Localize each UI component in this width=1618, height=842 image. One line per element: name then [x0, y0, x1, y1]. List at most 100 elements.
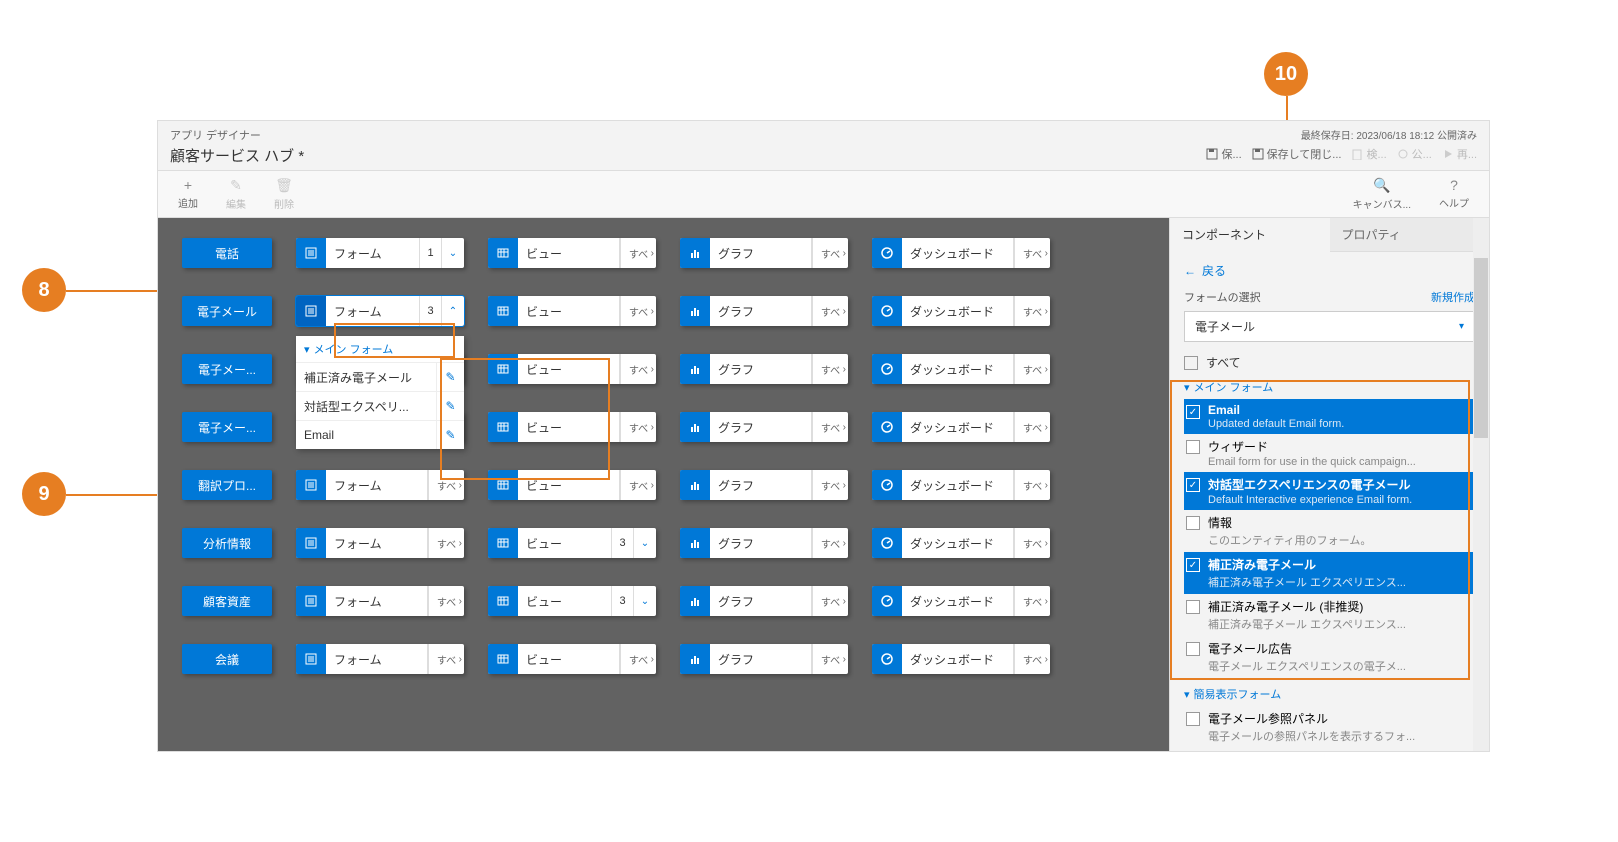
checkbox-icon[interactable]	[1186, 642, 1200, 656]
view-tile[interactable]: ビュー すべ›	[488, 354, 656, 384]
canvas-button[interactable]: 🔍 キャンバス...	[1353, 177, 1411, 211]
form-tile[interactable]: フォーム すべ›	[296, 528, 464, 558]
chart-tile[interactable]: グラフ すべ›	[680, 296, 848, 326]
entity-button[interactable]: 電子メール	[182, 296, 272, 326]
entity-button[interactable]: 翻訳プロ...	[182, 470, 272, 500]
view-tile[interactable]: ビュー すべ›	[488, 412, 656, 442]
checkbox-icon[interactable]	[1186, 440, 1200, 454]
tab-properties[interactable]: プロパティ	[1330, 218, 1490, 252]
chart-tile[interactable]: グラフ すべ›	[680, 238, 848, 268]
edit-button[interactable]: ✎ 編集	[226, 177, 246, 211]
entity-select[interactable]: 電子メール ▾	[1184, 311, 1475, 342]
edit-icon[interactable]: ✎	[436, 363, 464, 391]
all-label[interactable]: すべ›	[428, 644, 464, 674]
group-quick-forms[interactable]: ▾ 簡易表示フォーム	[1184, 686, 1475, 702]
edit-icon[interactable]: ✎	[436, 421, 464, 449]
all-label[interactable]: すべ›	[620, 644, 656, 674]
form-list-item[interactable]: 情報このエンティティ用のフォーム。	[1184, 510, 1475, 552]
all-label[interactable]: すべ›	[812, 586, 848, 616]
entity-button[interactable]: 電話	[182, 238, 272, 268]
all-label[interactable]: すべ›	[1014, 586, 1050, 616]
all-label[interactable]: すべ›	[1014, 528, 1050, 558]
save-button[interactable]: 保...	[1206, 146, 1241, 162]
chart-tile[interactable]: グラフ すべ›	[680, 586, 848, 616]
entity-button[interactable]: 顧客資産	[182, 586, 272, 616]
all-label[interactable]: すべ›	[812, 296, 848, 326]
form-tile[interactable]: フォーム 3⌃	[296, 296, 464, 326]
chart-tile[interactable]: グラフ すべ›	[680, 470, 848, 500]
tab-components[interactable]: コンポーネント	[1170, 218, 1330, 252]
help-button[interactable]: ? ヘルプ	[1439, 177, 1469, 211]
play-button[interactable]: 再...	[1442, 146, 1477, 162]
checkbox-icon[interactable]: ✓	[1186, 478, 1200, 492]
all-label[interactable]: すべ›	[1014, 238, 1050, 268]
all-label[interactable]: すべ›	[620, 296, 656, 326]
form-list-item[interactable]: ✓補正済み電子メール補正済み電子メール エクスペリエンス...	[1184, 552, 1475, 594]
publish-button[interactable]: 公...	[1397, 146, 1432, 162]
scrollbar-thumb[interactable]	[1474, 258, 1488, 438]
dropdown-item[interactable]: Email✎	[296, 420, 464, 449]
view-tile[interactable]: ビュー 3⌄	[488, 528, 656, 558]
all-label[interactable]: すべ›	[620, 238, 656, 268]
all-label[interactable]: すべ›	[812, 470, 848, 500]
all-label[interactable]: すべ›	[1014, 412, 1050, 442]
dashboard-tile[interactable]: ダッシュボード すべ›	[872, 470, 1050, 500]
all-label[interactable]: すべ›	[812, 412, 848, 442]
dashboard-tile[interactable]: ダッシュボード すべ›	[872, 644, 1050, 674]
all-label[interactable]: すべ›	[812, 238, 848, 268]
checkbox-icon[interactable]	[1186, 600, 1200, 614]
dashboard-tile[interactable]: ダッシュボード すべ›	[872, 296, 1050, 326]
group-main-forms[interactable]: ▾ メイン フォーム	[1184, 379, 1475, 395]
all-label[interactable]: すべ›	[428, 470, 464, 500]
form-list-item[interactable]: 補正済み電子メール (非推奨)補正済み電子メール エクスペリエンス...	[1184, 594, 1475, 636]
view-tile[interactable]: ビュー すべ›	[488, 644, 656, 674]
entity-button[interactable]: 会議	[182, 644, 272, 674]
add-button[interactable]: + 追加	[178, 177, 198, 211]
dropdown-item[interactable]: 補正済み電子メール✎	[296, 362, 464, 391]
all-label[interactable]: すべ›	[812, 354, 848, 384]
dashboard-tile[interactable]: ダッシュボード すべ›	[872, 586, 1050, 616]
edit-icon[interactable]: ✎	[436, 392, 464, 420]
entity-button[interactable]: 電子メー...	[182, 412, 272, 442]
all-label[interactable]: すべ›	[1014, 354, 1050, 384]
chart-tile[interactable]: グラフ すべ›	[680, 644, 848, 674]
all-label[interactable]: すべ›	[812, 644, 848, 674]
form-list-item[interactable]: 電子メール広告電子メール エクスペリエンスの電子メ...	[1184, 636, 1475, 678]
checkbox-icon[interactable]: ✓	[1186, 405, 1200, 419]
canvas[interactable]: 電話 フォーム 1⌄ ビュー すべ› グラフ すべ› ダッシュボード すべ› 電…	[158, 218, 1169, 751]
chart-tile[interactable]: グラフ すべ›	[680, 354, 848, 384]
form-list-item[interactable]: ✓対話型エクスペリエンスの電子メールDefault Interactive ex…	[1184, 472, 1475, 510]
chevron-up-icon[interactable]: ⌃	[442, 296, 464, 326]
dashboard-tile[interactable]: ダッシュボード すべ›	[872, 412, 1050, 442]
all-label[interactable]: すべ›	[1014, 644, 1050, 674]
chart-tile[interactable]: グラフ すべ›	[680, 412, 848, 442]
form-tile[interactable]: フォーム 1⌄	[296, 238, 464, 268]
all-label[interactable]: すべ›	[620, 412, 656, 442]
chevron-down-icon[interactable]: ⌄	[634, 528, 656, 558]
form-list-item[interactable]: 電子メール参照パネル電子メールの参照パネルを表示するフォ...	[1184, 706, 1475, 748]
checkbox-icon[interactable]	[1186, 516, 1200, 530]
save-close-button[interactable]: 保存して閉じ...	[1252, 146, 1342, 162]
dashboard-tile[interactable]: ダッシュボード すべ›	[872, 354, 1050, 384]
checkbox-icon[interactable]	[1186, 712, 1200, 726]
view-tile[interactable]: ビュー すべ›	[488, 238, 656, 268]
entity-button[interactable]: 電子メー...	[182, 354, 272, 384]
all-label[interactable]: すべ›	[1014, 296, 1050, 326]
form-list-item[interactable]: ウィザードEmail form for use in the quick cam…	[1184, 434, 1475, 472]
all-label[interactable]: すべ›	[1014, 470, 1050, 500]
form-tile[interactable]: フォーム すべ›	[296, 470, 464, 500]
view-tile[interactable]: ビュー すべ›	[488, 470, 656, 500]
form-list-item[interactable]: ✓EmailUpdated default Email form.	[1184, 399, 1475, 434]
delete-button[interactable]: 🗑 削除	[274, 177, 294, 211]
all-label[interactable]: すべ›	[428, 586, 464, 616]
dashboard-tile[interactable]: ダッシュボード すべ›	[872, 238, 1050, 268]
checkbox-icon[interactable]: ✓	[1186, 558, 1200, 572]
dashboard-tile[interactable]: ダッシュボード すべ›	[872, 528, 1050, 558]
chart-tile[interactable]: グラフ すべ›	[680, 528, 848, 558]
check-all[interactable]: すべて	[1184, 354, 1475, 371]
all-label[interactable]: すべ›	[620, 470, 656, 500]
view-tile[interactable]: ビュー すべ›	[488, 296, 656, 326]
view-tile[interactable]: ビュー 3⌄	[488, 586, 656, 616]
form-tile[interactable]: フォーム すべ›	[296, 586, 464, 616]
entity-button[interactable]: 分析情報	[182, 528, 272, 558]
